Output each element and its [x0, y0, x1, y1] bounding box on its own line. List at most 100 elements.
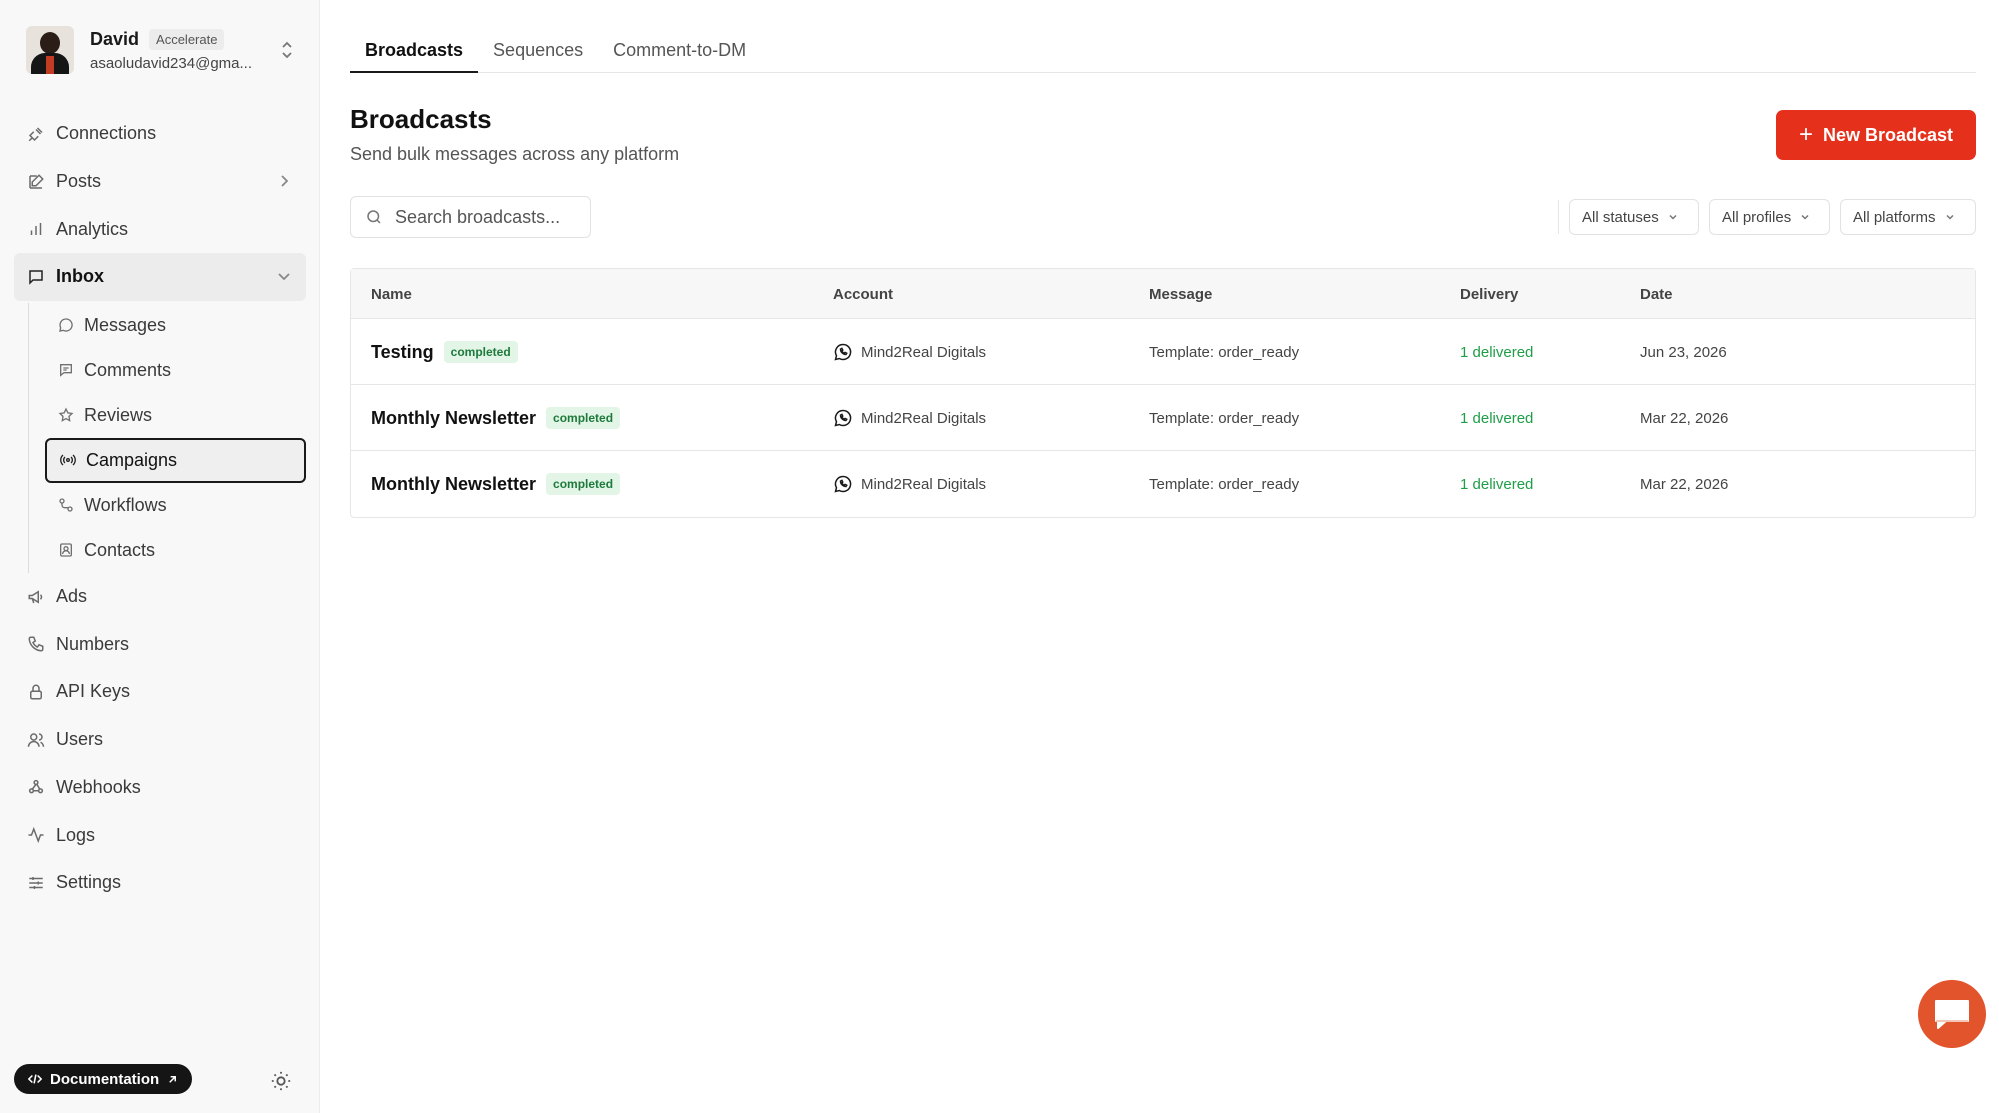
workflow-icon — [57, 496, 75, 514]
activity-icon — [26, 825, 46, 845]
sidebar-item-label: Settings — [56, 872, 122, 893]
sidebar-item-label: API Keys — [56, 681, 131, 702]
comment-icon — [57, 361, 75, 379]
sidebar-item-label: Comments — [84, 359, 172, 380]
chevron-down-icon — [1801, 214, 1809, 220]
sidebar-item-settings[interactable]: Settings — [14, 859, 306, 907]
platforms-filter-label: All platforms — [1853, 208, 1936, 226]
bar-chart-icon — [26, 219, 46, 239]
sidebar-item-connections[interactable]: Connections — [14, 110, 306, 158]
sidebar: David Accelerate asaoludavid234@gma... C… — [0, 0, 320, 1113]
sidebar-item-posts[interactable]: Posts — [14, 158, 306, 206]
broadcasts-table: Name Account Message Delivery Date Testi… — [350, 268, 1976, 518]
message-icon — [57, 316, 75, 334]
filters-divider — [1558, 200, 1559, 234]
table-row[interactable]: Monthly Newsletter completed Mind2Real D… — [351, 385, 1975, 451]
page-subtitle: Send bulk messages across any platform — [350, 144, 680, 164]
sidebar-item-workflows[interactable]: Workflows — [45, 483, 306, 528]
column-header-account: Account — [833, 286, 893, 303]
tab-bar: Broadcasts Sequences Comment-to-DM — [350, 30, 1976, 73]
sidebar-item-campaigns[interactable]: Campaigns — [45, 437, 306, 483]
chevron-down-icon — [1946, 214, 1954, 220]
account-name: Mind2Real Digitals — [861, 343, 987, 361]
sidebar-item-label: Messages — [84, 314, 167, 335]
sun-icon[interactable] — [270, 1070, 292, 1092]
sidebar-item-numbers[interactable]: Numbers — [14, 620, 306, 668]
sidebar-item-webhooks[interactable]: Webhooks — [14, 764, 306, 812]
table-row[interactable]: Testing completed Mind2Real Digitals Tem… — [351, 319, 1975, 385]
search-box — [350, 196, 591, 238]
platforms-filter[interactable]: All platforms — [1840, 199, 1976, 235]
inbox-icon — [26, 267, 46, 287]
chat-support-button[interactable] — [1918, 980, 1986, 1048]
sidebar-item-label: Users — [56, 729, 104, 750]
search-input[interactable] — [395, 206, 585, 228]
table-header: Name Account Message Delivery Date — [351, 269, 1975, 319]
users-icon — [26, 730, 46, 750]
whatsapp-icon — [834, 409, 852, 427]
profile-switcher[interactable]: David Accelerate asaoludavid234@gma... — [26, 22, 296, 78]
sidebar-item-inbox[interactable]: Inbox — [14, 253, 306, 301]
sidebar-item-ads[interactable]: Ads — [14, 573, 306, 621]
sidebar-item-comments[interactable]: Comments — [45, 348, 306, 393]
status-filter[interactable]: All statuses — [1569, 199, 1699, 235]
profile-email: asaoludavid234@gma... — [90, 54, 252, 72]
avatar — [26, 26, 74, 74]
profile-name: David — [90, 28, 140, 49]
column-header-name: Name — [371, 286, 412, 303]
sidebar-item-users[interactable]: Users — [14, 716, 306, 764]
message-template: Template: order_ready — [1149, 343, 1300, 361]
chat-icon — [1935, 1000, 1969, 1029]
profiles-filter-label: All profiles — [1722, 208, 1792, 226]
phone-icon — [26, 634, 46, 654]
broadcast-name: Monthly Newsletter — [371, 407, 537, 428]
chevron-updown-icon — [282, 41, 292, 59]
chevron-down-icon — [1669, 214, 1677, 220]
whatsapp-icon — [834, 475, 852, 493]
broadcast-date: Mar 22, 2026 — [1640, 409, 1729, 427]
broadcast-icon — [59, 451, 77, 469]
tab-sequences[interactable]: Sequences — [478, 30, 598, 73]
column-header-date: Date — [1640, 286, 1673, 303]
column-header-message: Message — [1149, 286, 1213, 303]
contacts-icon — [57, 541, 75, 559]
new-broadcast-label: New Broadcast — [1822, 124, 1954, 145]
tab-comment-to-dm[interactable]: Comment-to-DM — [598, 30, 761, 73]
webhook-icon — [26, 777, 46, 797]
sidebar-item-label: Logs — [56, 824, 96, 845]
code-icon — [28, 1074, 42, 1084]
tab-broadcasts[interactable]: Broadcasts — [350, 30, 479, 73]
message-template: Template: order_ready — [1149, 475, 1300, 493]
chevron-right-icon — [281, 175, 289, 187]
sidebar-nav: Connections Posts Analytics Inbox Messag… — [14, 110, 306, 907]
sidebar-item-label: Workflows — [84, 494, 167, 515]
lock-icon — [26, 682, 46, 702]
status-badge: completed — [443, 341, 518, 363]
table-row[interactable]: Monthly Newsletter completed Mind2Real D… — [351, 451, 1975, 517]
sidebar-item-label: Inbox — [56, 266, 104, 287]
status-badge: completed — [546, 473, 621, 495]
star-icon — [57, 406, 75, 424]
sidebar-item-contacts[interactable]: Contacts — [45, 528, 306, 573]
broadcast-date: Jun 23, 2026 — [1640, 343, 1727, 361]
sidebar-item-label: Contacts — [84, 539, 156, 560]
chevron-down-icon — [278, 273, 290, 281]
sidebar-item-logs[interactable]: Logs — [14, 811, 306, 859]
search-icon — [367, 210, 381, 224]
sidebar-item-label: Analytics — [56, 218, 129, 239]
sidebar-item-api-keys[interactable]: API Keys — [14, 668, 306, 716]
documentation-label: Documentation — [50, 1070, 160, 1088]
broadcast-date: Mar 22, 2026 — [1640, 475, 1729, 493]
sidebar-item-label: Posts — [56, 171, 102, 192]
message-template: Template: order_ready — [1149, 409, 1300, 427]
sidebar-item-reviews[interactable]: Reviews — [45, 393, 306, 438]
sidebar-item-label: Reviews — [84, 404, 153, 425]
sidebar-item-messages[interactable]: Messages — [45, 303, 306, 348]
inbox-submenu: Messages Comments Reviews Campaigns Work… — [28, 302, 306, 573]
sidebar-item-label: Webhooks — [56, 776, 141, 797]
sidebar-item-analytics[interactable]: Analytics — [14, 205, 306, 253]
column-header-delivery: Delivery — [1460, 286, 1519, 303]
documentation-button[interactable]: Documentation — [14, 1064, 193, 1094]
new-broadcast-button[interactable]: + New Broadcast — [1776, 110, 1976, 160]
profiles-filter[interactable]: All profiles — [1709, 199, 1830, 235]
